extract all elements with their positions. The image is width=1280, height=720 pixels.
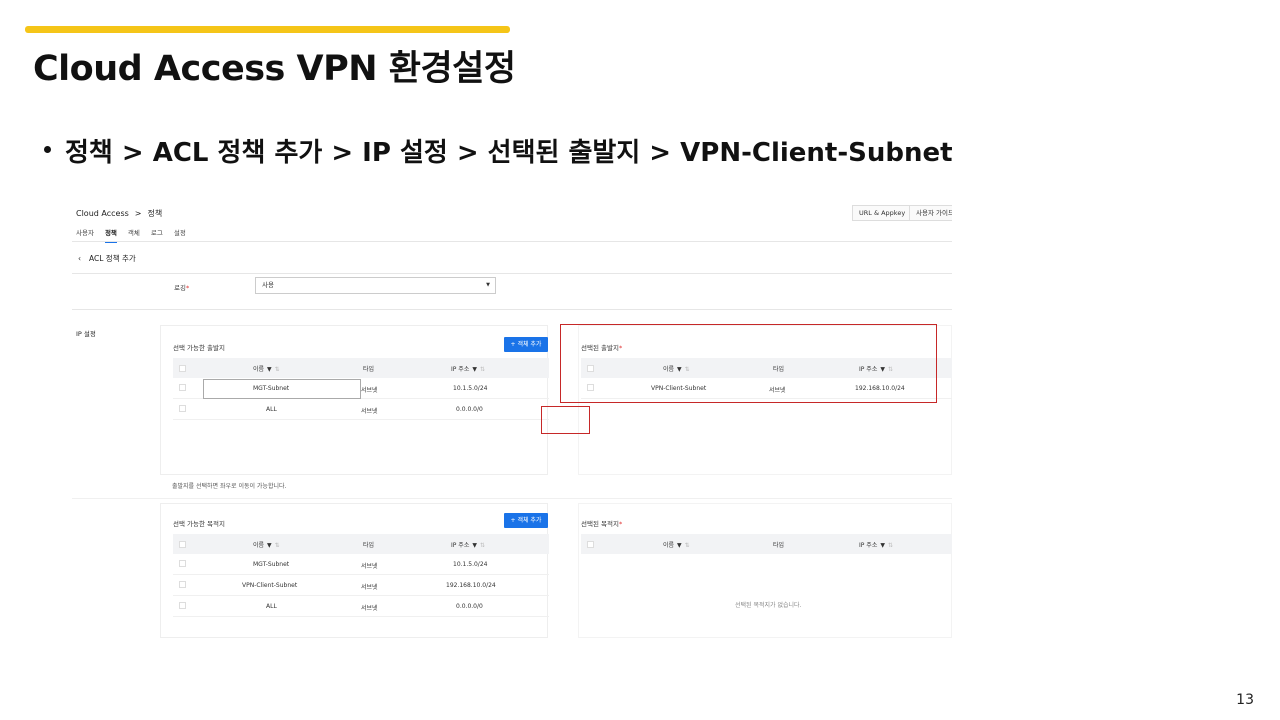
column-ip[interactable]: IP 주소 ▼ ⇅ (451, 540, 485, 549)
logging-label: 로깅* (174, 284, 190, 292)
user-guide-button[interactable]: 사용자 가이드 (909, 205, 952, 221)
bullet-path: 정책 > ACL 정책 추가 > IP 설정 > 선택된 출발지 > VPN-C… (44, 132, 953, 169)
column-ip[interactable]: IP 주소 ▼ ⇅ (859, 540, 893, 549)
bullet-path-text: 정책 > ACL 정책 추가 > IP 설정 > 선택된 출발지 > VPN-C… (65, 138, 953, 168)
highlight-move-button (541, 406, 590, 434)
available-destination-title: 선택 가능한 목적지 (173, 520, 225, 528)
page-title: ACL 정책 추가 (89, 254, 136, 263)
add-destination-object-button[interactable]: + 객체 추가 (504, 513, 548, 528)
logging-select-value: 사용 (262, 281, 274, 289)
select-all-checkbox[interactable] (587, 541, 594, 548)
row-type: 서브넷 (361, 387, 378, 394)
select-all-checkbox[interactable] (179, 365, 186, 372)
selected-destination-title: 선택된 목적지* (581, 520, 623, 528)
select-all-checkbox[interactable] (179, 541, 186, 548)
table-header: 이름 ▼ ⇅ 타입 IP 주소 ▼ ⇅ (173, 358, 549, 378)
chevron-down-icon: ▼ (486, 282, 490, 288)
move-hint-text: 출발지를 선택하면 좌우로 이동이 가능합니다. (172, 483, 287, 490)
bullet-dot-icon (44, 146, 51, 153)
column-name[interactable]: 이름 ▼ ⇅ (253, 540, 280, 549)
tab-divider (72, 241, 952, 242)
sort-icon: ⇅ (274, 542, 280, 549)
page-number: 13 (1236, 692, 1254, 708)
breadcrumb-current: 정책 (147, 209, 163, 218)
back-row: ‹ ACL 정책 추가 (78, 253, 136, 264)
table-row[interactable]: ALL 서브넷 0.0.0.0/0 (173, 399, 549, 420)
column-type: 타입 (363, 366, 375, 373)
logging-select[interactable]: 사용 ▼ (255, 277, 496, 294)
back-chevron-icon[interactable]: ‹ (78, 254, 81, 263)
column-name[interactable]: 이름 ▼ ⇅ (663, 540, 690, 549)
selected-destination-table: 이름 ▼ ⇅ 타입 IP 주소 ▼ ⇅ (581, 534, 952, 554)
column-name[interactable]: 이름 ▼ ⇅ (253, 364, 280, 373)
row-ip: 10.1.5.0/24 (453, 385, 488, 392)
filter-icon: ▼ (267, 366, 272, 373)
console-screenshot: Cloud Access > 정책 URL & Appkey 사용자 가이드 사용자… (72, 198, 952, 638)
add-source-object-button[interactable]: + 객체 추가 (504, 337, 548, 352)
sort-icon: ⇅ (479, 542, 485, 549)
available-source-title: 선택 가능한 출발지 (173, 344, 225, 352)
filter-icon: ▼ (472, 542, 477, 549)
row-checkbox[interactable] (179, 384, 186, 391)
table-row[interactable]: MGT-Subnet 서브넷 10.1.5.0/24 (173, 378, 549, 399)
breadcrumb: Cloud Access > 정책 (76, 208, 162, 219)
title-accent-bar (25, 26, 510, 33)
row-checkbox[interactable] (179, 602, 186, 609)
selected-destination-panel: 선택된 목적지* 이름 ▼ ⇅ 타입 IP 주소 ▼ ⇅ 선택된 목적지가 없습니다. (578, 503, 952, 638)
sort-icon: ⇅ (684, 542, 690, 549)
row-name: VPN-Client-Subnet (242, 582, 298, 589)
column-type: 타입 (363, 542, 375, 549)
filter-icon: ▼ (472, 366, 477, 373)
breadcrumb-separator: > (134, 209, 142, 218)
sort-icon: ⇅ (887, 542, 893, 549)
row-checkbox[interactable] (179, 560, 186, 567)
available-source-panel: 선택 가능한 출발지 + 객체 추가 이름 ▼ ⇅ 타입 IP 주소 ▼ ⇅ MGT-S… (160, 325, 549, 475)
row-type: 서브넷 (361, 563, 378, 570)
filter-icon: ▼ (677, 542, 682, 549)
row-name: ALL (266, 603, 277, 610)
row-ip: 0.0.0.0/0 (456, 603, 483, 610)
highlight-selected-source (560, 324, 937, 403)
table-header: 이름 ▼ ⇅ 타입 IP 주소 ▼ ⇅ (581, 534, 952, 554)
column-ip[interactable]: IP 주소 ▼ ⇅ (451, 364, 485, 373)
slide-title: Cloud Access VPN 환경설정 (33, 49, 516, 89)
filter-icon: ▼ (267, 542, 272, 549)
sort-icon: ⇅ (274, 366, 280, 373)
row-ip: 0.0.0.0/0 (456, 406, 483, 413)
column-type: 타입 (773, 542, 785, 549)
available-source-table: 이름 ▼ ⇅ 타입 IP 주소 ▼ ⇅ MGT-Subnet 서브넷 10.1.5.0/… (173, 358, 549, 438)
row-checkbox[interactable] (179, 405, 186, 412)
table-row[interactable]: ALL 서브넷 0.0.0.0/0 (173, 596, 549, 617)
row-checkbox[interactable] (179, 581, 186, 588)
breadcrumb-root[interactable]: Cloud Access (76, 209, 129, 218)
table-row[interactable]: VPN-Client-Subnet 서브넷 192.168.10.0/24 (173, 575, 549, 596)
available-destination-table: 이름 ▼ ⇅ 타입 IP 주소 ▼ ⇅ MGT-Subnet 서브넷 10.1.5.0/… (173, 534, 549, 638)
row-type: 서브넷 (361, 584, 378, 591)
ip-section-label: IP 설정 (76, 330, 96, 338)
available-destination-panel: 선택 가능한 목적지 + 객체 추가 이름 ▼ ⇅ 타입 IP 주소 ▼ ⇅ MGT-S… (160, 503, 549, 638)
row-name: MGT-Subnet (253, 561, 290, 568)
empty-destination-message: 선택된 목적지가 없습니다. (735, 602, 802, 609)
row-type: 서브넷 (361, 408, 378, 415)
row-ip: 10.1.5.0/24 (453, 561, 488, 568)
url-appkey-button[interactable]: URL & Appkey (852, 205, 913, 221)
filter-icon: ▼ (880, 542, 885, 549)
row-ip: 192.168.10.0/24 (446, 582, 496, 589)
row-name: MGT-Subnet (253, 385, 290, 392)
table-row[interactable]: MGT-Subnet 서브넷 10.1.5.0/24 (173, 554, 549, 575)
sort-icon: ⇅ (479, 366, 485, 373)
table-header: 이름 ▼ ⇅ 타입 IP 주소 ▼ ⇅ (173, 534, 549, 554)
header-divider (72, 273, 952, 274)
row-type: 서브넷 (361, 605, 378, 612)
row-name: ALL (266, 406, 277, 413)
section-divider (72, 498, 952, 499)
form-divider (72, 309, 952, 310)
